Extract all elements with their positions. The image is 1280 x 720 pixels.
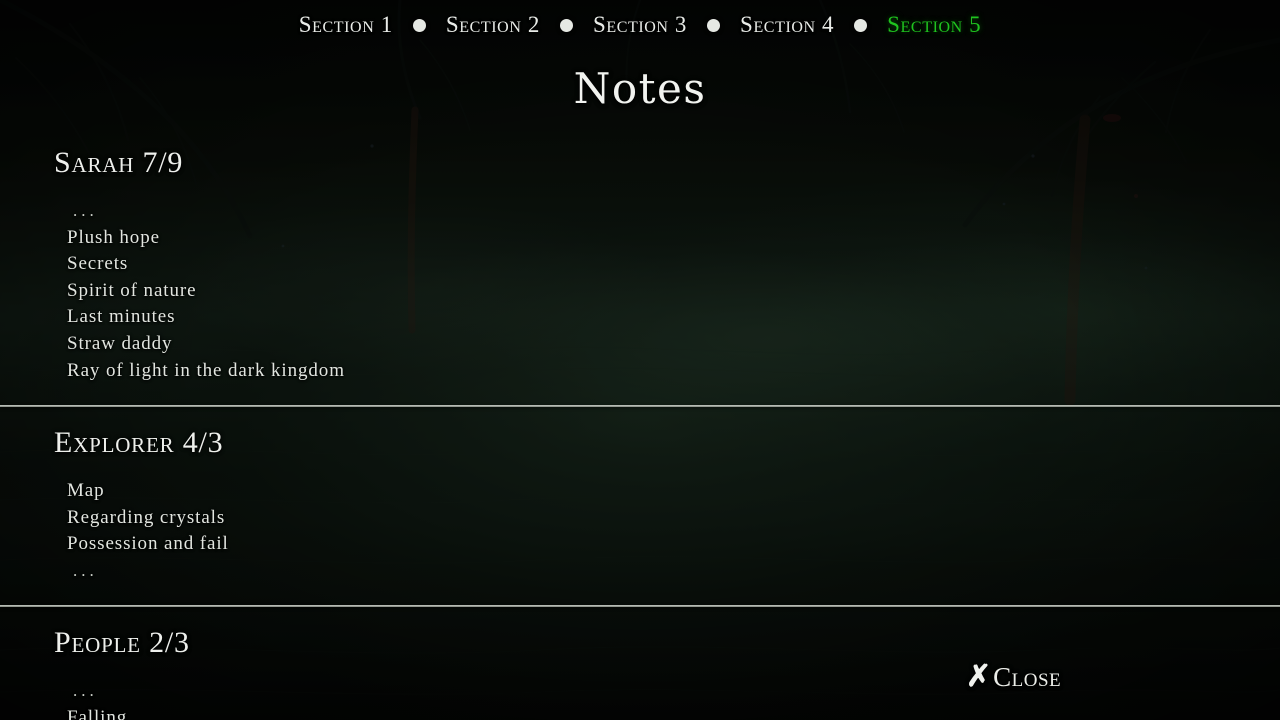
- list-item[interactable]: Last minutes: [67, 304, 1280, 331]
- list-item[interactable]: Ray of light in the dark kingdom: [67, 358, 1280, 385]
- list-item[interactable]: Straw daddy: [67, 331, 1280, 358]
- list-item[interactable]: Falling: [67, 705, 1280, 720]
- close-button-label: Close: [993, 661, 1062, 692]
- nav-item-section-1[interactable]: Section 1: [290, 12, 402, 38]
- bullet-dot-icon: [707, 18, 721, 32]
- section-divider: [0, 605, 1280, 607]
- nav-item-section-4[interactable]: Section 4: [731, 12, 843, 38]
- notes-screen: Section 1 Section 2 Section 3 Section 4 …: [0, 0, 1280, 720]
- list-item[interactable]: ...: [67, 198, 1280, 225]
- nav-item-section-5[interactable]: Section 5: [878, 12, 990, 38]
- nav-item-section-2[interactable]: Section 2: [437, 12, 549, 38]
- note-group-people: People 2/3 ... Falling: [0, 626, 1280, 720]
- list-item[interactable]: ...: [67, 678, 1280, 705]
- note-group-explorer: Explorer 4/3 Map Regarding crystals Poss…: [0, 426, 1280, 584]
- list-item[interactable]: Regarding crystals: [67, 505, 1280, 532]
- list-item[interactable]: Possession and fail: [67, 531, 1280, 558]
- section-divider: [0, 405, 1280, 407]
- note-group-sarah: Sarah 7/9 ... Plush hope Secrets Spirit …: [0, 146, 1280, 384]
- group-header-sarah: Sarah 7/9: [54, 146, 184, 179]
- list-item[interactable]: Map: [67, 478, 1280, 505]
- nav-item-section-3[interactable]: Section 3: [584, 12, 696, 38]
- note-list-explorer: Map Regarding crystals Possession and fa…: [0, 478, 1280, 584]
- note-list-sarah: ... Plush hope Secrets Spirit of nature …: [0, 198, 1280, 384]
- list-item[interactable]: Plush hope: [67, 225, 1280, 252]
- bullet-dot-icon: [412, 18, 426, 32]
- bullet-dot-icon: [854, 18, 868, 32]
- bullet-dot-icon: [559, 18, 573, 32]
- close-button[interactable]: ✗ Close: [966, 662, 1061, 692]
- group-header-explorer: Explorer 4/3: [54, 426, 224, 459]
- section-navigation: Section 1 Section 2 Section 3 Section 4 …: [0, 0, 1280, 50]
- page-title: Notes: [573, 64, 707, 113]
- list-item[interactable]: ...: [67, 558, 1280, 585]
- list-item[interactable]: Secrets: [67, 251, 1280, 278]
- group-header-people: People 2/3: [54, 626, 190, 659]
- note-list-people: ... Falling: [0, 678, 1280, 720]
- list-item[interactable]: Spirit of nature: [67, 278, 1280, 305]
- x-icon: ✗: [966, 660, 992, 693]
